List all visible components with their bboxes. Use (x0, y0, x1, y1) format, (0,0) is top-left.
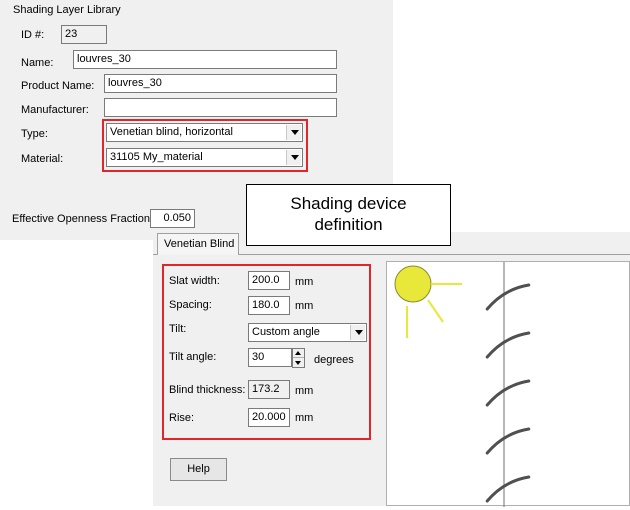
sun-icon (394, 265, 432, 303)
blind-preview-drawing (394, 262, 531, 507)
product-name-label: Product Name: (21, 80, 95, 92)
callout-box: Shading device definition (246, 184, 451, 246)
openness-field[interactable]: 0.050 (150, 209, 195, 228)
type-material-highlight (102, 119, 308, 172)
name-label: Name: (21, 57, 54, 69)
library-title: Shading Layer Library (13, 4, 121, 16)
callout-line-1: Shading device (290, 194, 407, 213)
blind-slat (485, 331, 531, 359)
blind-settings-highlight (162, 264, 371, 440)
blind-slat (485, 283, 531, 311)
blind-slat (485, 379, 531, 407)
id-field: 23 (61, 25, 107, 44)
blind-preview (386, 261, 630, 507)
openness-label: Effective Openness Fraction (12, 213, 150, 225)
type-label: Type: (21, 128, 48, 140)
id-label: ID #: (21, 29, 45, 41)
product-name-field[interactable]: louvres_30 (104, 74, 337, 93)
manufacturer-field[interactable] (104, 98, 337, 117)
manufacturer-label: Manufacturer: (21, 104, 89, 116)
blind-slat (485, 427, 531, 455)
name-field[interactable]: louvres_30 (73, 50, 337, 69)
tab-venetian-blind[interactable]: Venetian Blind (157, 233, 239, 255)
sun-ray (427, 299, 444, 323)
blind-slat (485, 475, 531, 503)
material-label: Material: (21, 153, 64, 165)
callout-line-2: definition (314, 215, 383, 234)
help-button[interactable]: Help (170, 458, 227, 481)
